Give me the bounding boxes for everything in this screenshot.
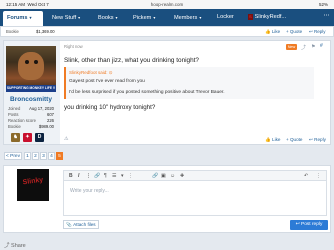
paperclip-icon: 📎 [66, 222, 73, 227]
quote-author[interactable]: SlinkyRedfoot said: ⊙ [69, 70, 113, 76]
tab-locker[interactable]: Locker [217, 12, 234, 23]
share-icon[interactable]: ⤴ [301, 44, 306, 51]
tab-members[interactable]: Members ▾ [174, 12, 201, 23]
insert-icon[interactable]: ✚ [180, 173, 184, 179]
trophy-icon[interactable]: ♞ [11, 133, 20, 142]
link-icon[interactable]: 🔗 [94, 173, 100, 179]
like-button[interactable]: 👍 Like [265, 29, 280, 35]
username[interactable]: Broncosmitty [6, 96, 56, 103]
attach-files-button[interactable]: 📎 Attach files [63, 220, 99, 229]
share-icon: ⤴ [4, 243, 10, 249]
tab-pickem[interactable]: Pickem ▾ [133, 12, 155, 23]
post-reply-button[interactable]: ↩ Post reply [290, 220, 328, 230]
bookmark-icon[interactable]: ⚑ [311, 44, 315, 50]
reply-icon: ↩ [295, 222, 300, 227]
editor-toolbar: B I ⋮ 🔗 ¶ ☰ ▾ ⋮ 🔗 ▣ ☺ ✚ ↶ ⋮ [63, 170, 327, 181]
thumbs-up-icon: 👍 [265, 29, 271, 34]
post-timestamp[interactable]: Right now [64, 44, 83, 49]
reply-button[interactable]: ↩ Reply [309, 137, 326, 143]
bookie-value: $1,369.00 [36, 29, 55, 34]
thumbs-up-icon: 👍 [265, 137, 271, 142]
eye-left [25, 60, 29, 64]
top-navigation: Forums ▾ New Stuff ▾ Books ▾ Pickem ▾ Member… [0, 9, 334, 26]
image-icon[interactable]: ▣ [161, 173, 166, 179]
plus-icon: + [286, 29, 289, 34]
more-options-icon[interactable]: ⋮ [316, 173, 321, 179]
avatar[interactable]: SUPPORTING MONKEY LIFE !! [6, 46, 56, 92]
bold-icon[interactable]: B [69, 173, 73, 179]
quote-text: I'd be less surprised if you posted some… [69, 90, 225, 95]
tab-books[interactable]: Books ▾ [98, 12, 118, 23]
like-button[interactable]: 👍 Like [265, 137, 280, 143]
avatar-banner: SUPPORTING MONKEY LIFE !! [6, 85, 56, 92]
page-2[interactable]: 2 [32, 152, 39, 160]
quote-button[interactable]: + Quote [286, 137, 302, 142]
reply-icon: ↩ [309, 137, 313, 142]
report-icon[interactable]: ⚠ [64, 136, 68, 142]
list-icon[interactable]: ☰ [112, 173, 116, 179]
url-display[interactable]: hoop-realm.com [0, 2, 334, 7]
avatar: Slinky [17, 169, 49, 201]
stat-joined: Joined Aug 17, 2020 [8, 106, 54, 111]
page-3[interactable]: 3 [40, 152, 47, 160]
new-badge: New [286, 44, 297, 50]
chevron-down-icon: ▾ [29, 15, 32, 20]
emoji-icon[interactable]: ☺ [170, 173, 175, 179]
share-button[interactable]: ⤴ Share [4, 241, 26, 249]
reply-button[interactable]: ↩ Reply [309, 29, 326, 35]
post-number[interactable]: # [320, 43, 323, 49]
undo-icon[interactable]: ↶ [304, 173, 308, 179]
chevron-down-icon: ▾ [78, 15, 81, 20]
account-menu[interactable]: S SlinkyRedf... [248, 12, 286, 23]
chevron-down-icon: ▾ [153, 15, 156, 20]
quote-button[interactable]: + Quote [286, 29, 302, 34]
page-1[interactable]: 1 [24, 152, 31, 160]
trophy-icon[interactable]: ✦ [23, 133, 32, 142]
page-4[interactable]: 4 [48, 152, 55, 160]
tab-new-stuff[interactable]: New Stuff ▾ [52, 12, 80, 23]
link-icon[interactable]: 🔗 [152, 173, 158, 179]
avatar-text: Slinky [22, 176, 44, 187]
reply-placeholder: Write your reply... [70, 188, 109, 194]
reply-textarea[interactable] [63, 181, 327, 216]
stat-reaction-score: Reaction score 226 [8, 118, 54, 123]
paragraph-icon[interactable]: ¶ [104, 173, 107, 179]
quote-text: Gayest post I've ever read from you [69, 79, 145, 84]
more-options-icon[interactable]: ⋮ [128, 173, 133, 179]
chevron-down-icon: ▾ [115, 15, 118, 20]
plus-icon: + [286, 137, 289, 142]
stat-posts: Posts 607 [8, 112, 54, 117]
eye-right [34, 60, 38, 64]
more-menu-icon[interactable]: ⋯ [322, 12, 331, 23]
tab-forums[interactable]: Forums ▾ [3, 11, 43, 26]
bookie-label: Bookie [6, 29, 19, 34]
italic-icon[interactable]: I [78, 173, 79, 179]
stat-bookie: Bookie $989.00 [8, 124, 54, 129]
chevron-down-icon: ▾ [199, 15, 202, 20]
battery-status: 52% [318, 2, 328, 7]
status-bar: 12:15 AM Wed Oct 7 hoop-realm.com 52% [0, 0, 334, 9]
trophy-icon[interactable]: D [35, 133, 44, 142]
avatar: S [248, 13, 253, 20]
page-5-current[interactable]: 5 [56, 152, 63, 160]
message-text: Slink, other than jizz, what you drinkin… [64, 57, 199, 64]
monkey-face [18, 52, 44, 80]
reply-icon: ↩ [309, 29, 313, 34]
prev-page-button[interactable]: < Prev [4, 152, 22, 160]
more-formatting-icon[interactable]: ⋮ [86, 173, 91, 179]
chevron-down-icon: ▾ [121, 173, 124, 179]
message-text: you drinking 10" hydroxy tonight? [64, 104, 156, 111]
